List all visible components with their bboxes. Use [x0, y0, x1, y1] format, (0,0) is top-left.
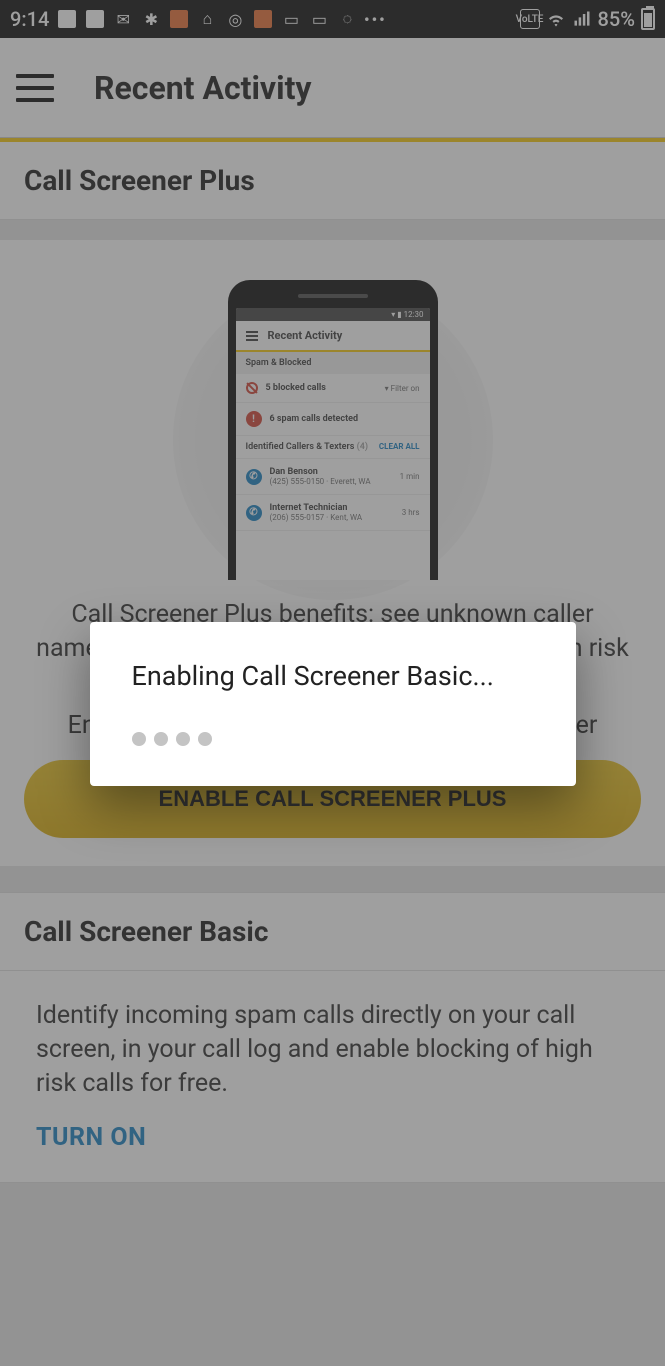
- section-gap: [0, 866, 665, 892]
- cast-icon: ▭: [309, 9, 329, 29]
- dialog-title: Enabling Call Screener Basic...: [132, 660, 534, 692]
- enabling-dialog: Enabling Call Screener Basic...: [90, 622, 576, 786]
- app-icon: [253, 9, 273, 29]
- section-header-plus: Call Screener Plus: [0, 142, 665, 220]
- volte-icon: VoLTE: [520, 9, 540, 29]
- app-icon: ◌: [337, 9, 357, 29]
- phone-illustration: ▾ ▮ 12:30 Recent Activity Spam & Blocked…: [0, 240, 665, 580]
- gallery-icon: ▭: [281, 9, 301, 29]
- battery-icon: [641, 8, 655, 30]
- basic-section: Call Screener Basic Identify incoming sp…: [0, 892, 665, 1182]
- menu-icon[interactable]: [16, 74, 54, 102]
- home-icon: ⌂: [197, 9, 217, 29]
- app-icon: [169, 9, 189, 29]
- status-time: 9:14: [10, 7, 49, 31]
- app-bar: Recent Activity: [0, 38, 665, 138]
- turn-on-button[interactable]: TURN ON: [0, 1117, 182, 1182]
- app-icon: ✱: [141, 9, 161, 29]
- wifi-icon: [546, 9, 566, 29]
- facebook-icon: [85, 9, 105, 29]
- android-status-bar: 9:14 ✉ ✱ ⌂ ◎ ▭ ▭ ◌ ••• VoLTE 85%: [0, 0, 665, 38]
- instagram-icon: ◎: [225, 9, 245, 29]
- signal-icon: [572, 9, 592, 29]
- basic-description: Identify incoming spam calls directly on…: [0, 971, 665, 1116]
- battery-percent: 85%: [598, 7, 635, 31]
- facebook-icon: [57, 9, 77, 29]
- app-title: Recent Activity: [94, 69, 312, 107]
- section-header-basic: Call Screener Basic: [0, 893, 665, 971]
- gmail-icon: ✉: [113, 9, 133, 29]
- more-icon: •••: [365, 9, 385, 29]
- loading-indicator: [132, 732, 534, 746]
